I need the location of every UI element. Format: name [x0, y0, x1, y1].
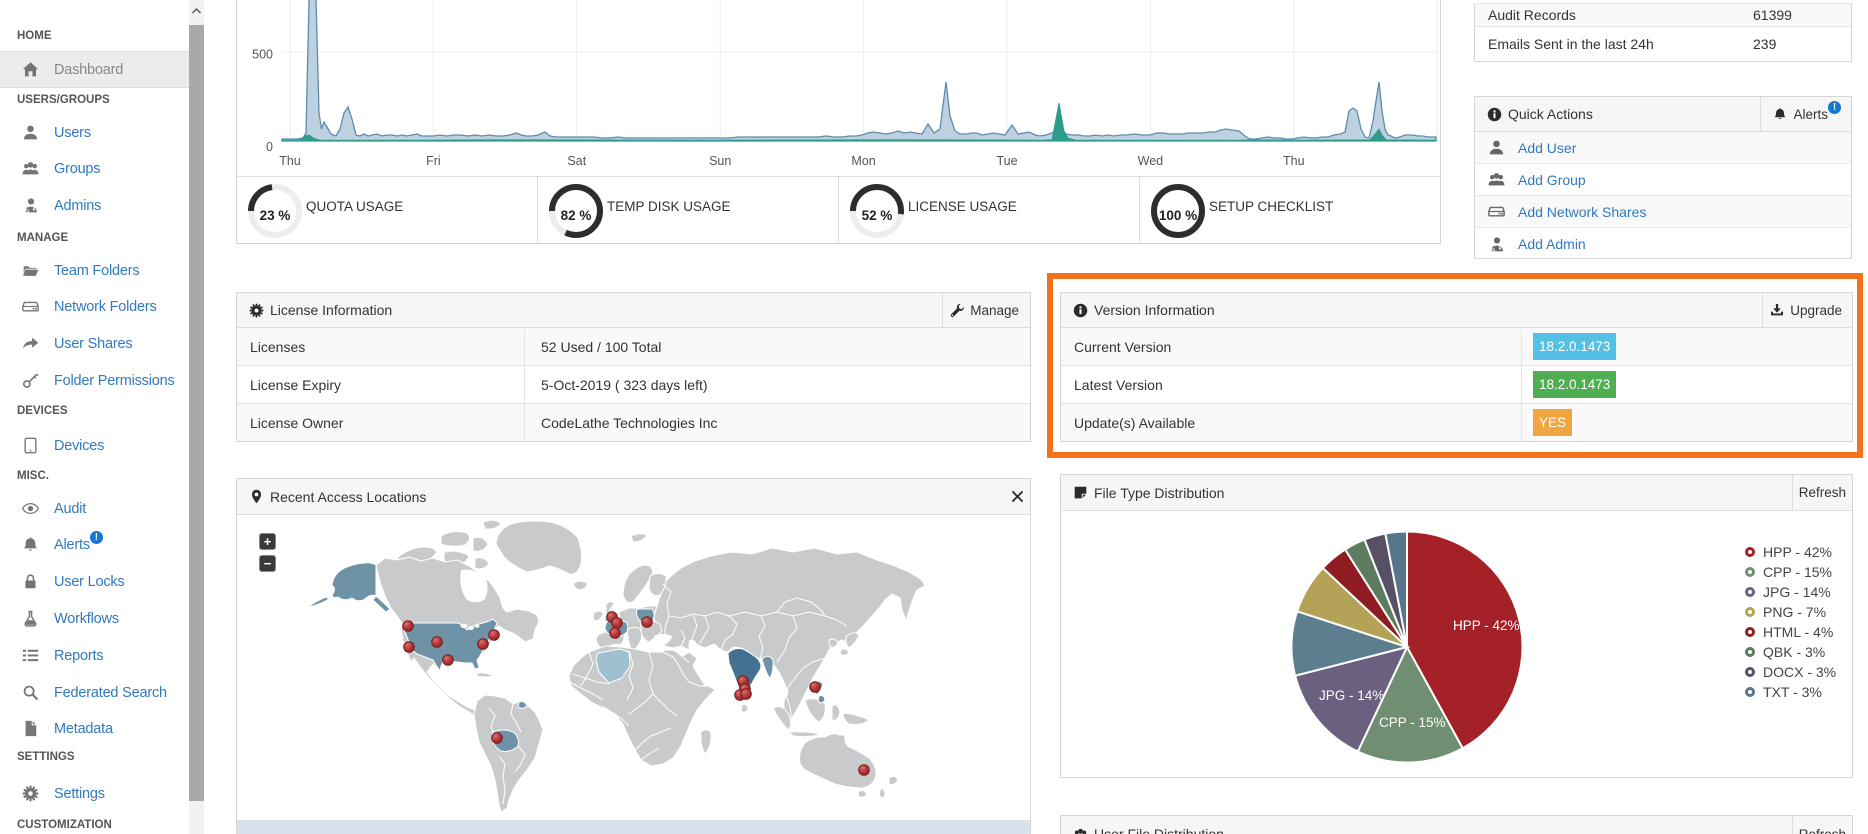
svg-text:0: 0	[266, 140, 273, 154]
svg-text:Tue: Tue	[996, 154, 1017, 168]
svg-text:Fri: Fri	[426, 154, 441, 168]
svg-text:Wed: Wed	[1138, 154, 1164, 168]
svg-text:Thu: Thu	[279, 154, 301, 168]
svg-text:Mon: Mon	[851, 154, 875, 168]
svg-text:500: 500	[252, 48, 273, 62]
svg-text:Thu: Thu	[1283, 154, 1305, 168]
svg-text:Sat: Sat	[567, 154, 586, 168]
svg-text:Sun: Sun	[709, 154, 731, 168]
